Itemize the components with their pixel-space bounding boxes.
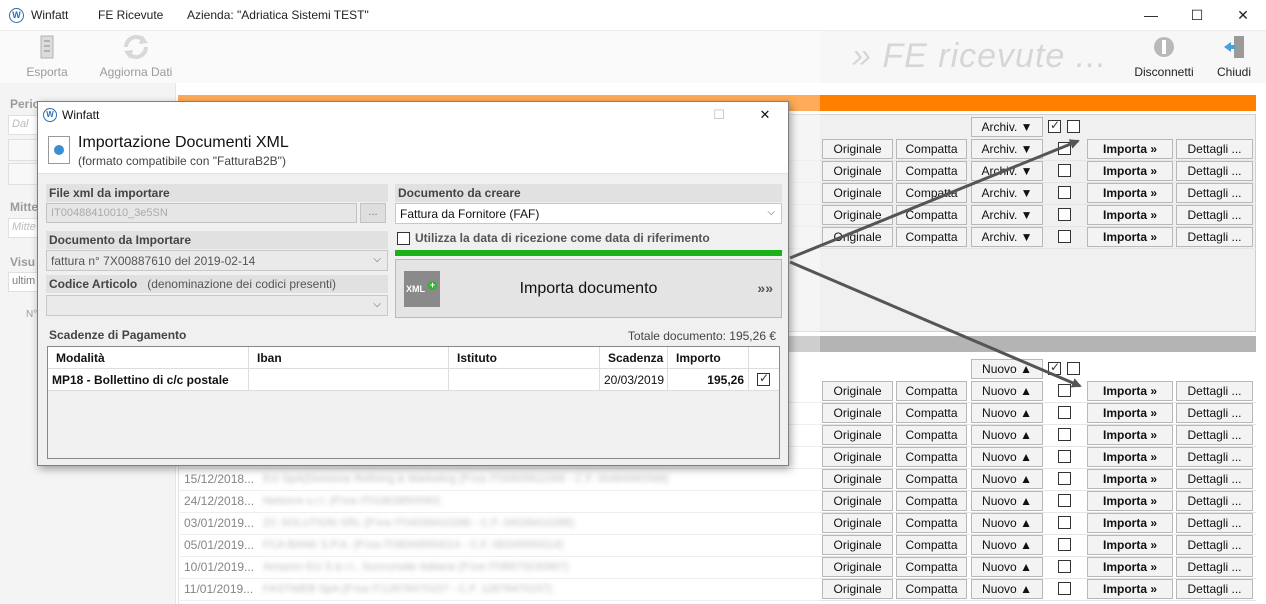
arrow-to-top-import [789,139,1080,260]
arrow-to-bottom-import [789,260,1082,388]
annotation-arrows [789,139,1082,388]
